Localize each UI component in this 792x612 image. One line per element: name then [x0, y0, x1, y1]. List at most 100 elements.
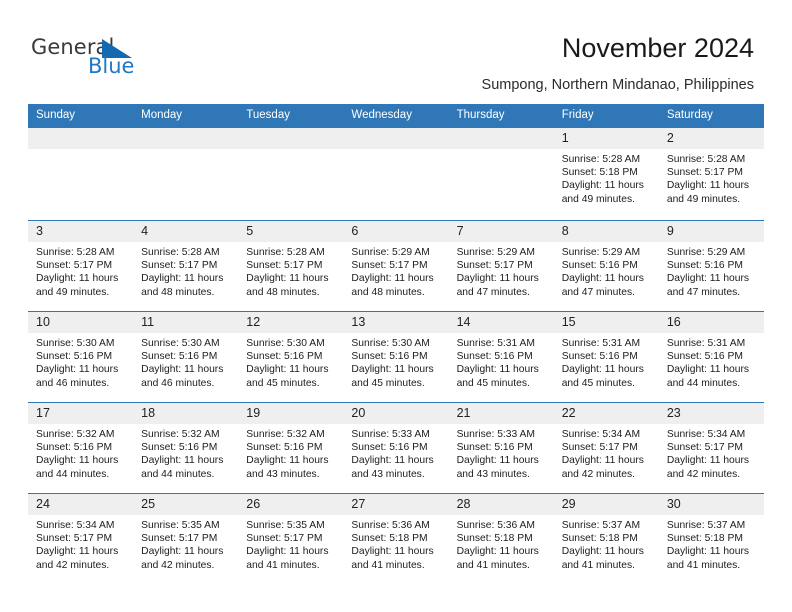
weekday-header-thursday: Thursday	[448, 104, 554, 128]
daylight-text-line2: and 49 minutes.	[36, 286, 110, 298]
day-cell-content: 25 Sunrise: 5:35 AM Sunset: 5:17 PM Dayligh…	[133, 494, 239, 584]
day-number: 28	[448, 494, 554, 515]
calendar-day-cell[interactable]	[28, 127, 134, 221]
calendar-day-cell[interactable]: 13 Sunrise: 5:30 AM Sunset: 5:16 PM Dayligh…	[343, 311, 449, 403]
sunset-text: Sunset: 5:16 PM	[561, 351, 638, 363]
calendar-day-cell[interactable]: 7 Sunrise: 5:29 AM Sunset: 5:17 PM Daylight…	[448, 220, 554, 312]
calendar-day-cell[interactable]: 4 Sunrise: 5:28 AM Sunset: 5:17 PM Daylight…	[133, 220, 239, 312]
calendar-day-cell[interactable]: 8 Sunrise: 5:29 AM Sunset: 5:16 PM Daylight…	[553, 220, 659, 312]
sunrise-text: Sunrise: 5:29 AM	[351, 247, 430, 258]
weekday-header-monday: Monday	[133, 104, 239, 128]
weekday-header-row: Sunday Monday Tuesday Wednesday Thursday…	[28, 104, 764, 128]
day-cell-content	[343, 128, 449, 220]
sunset-text: Sunset: 5:16 PM	[141, 442, 218, 454]
calendar-day-cell[interactable]: 21 Sunrise: 5:33 AM Sunset: 5:16 PM Dayligh…	[448, 402, 554, 494]
sunrise-text: Sunrise: 5:36 AM	[351, 520, 430, 531]
day-sun-info: Sunrise: 5:30 AM Sunset: 5:16 PM Daylight:…	[28, 333, 133, 390]
sunrise-text: Sunrise: 5:31 AM	[561, 338, 641, 349]
sunrise-text: Sunrise: 5:32 AM	[141, 429, 220, 440]
sunset-text: Sunset: 5:17 PM	[351, 260, 428, 272]
daylight-text-line2: and 49 minutes.	[666, 193, 741, 205]
daylight-text-line2: and 44 minutes.	[36, 468, 110, 480]
calendar-day-cell[interactable]: 28 Sunrise: 5:36 AM Sunset: 5:18 PM Dayligh…	[448, 493, 554, 584]
calendar-week-row: 17 Sunrise: 5:32 AM Sunset: 5:16 PM Dayligh…	[28, 402, 764, 494]
calendar-day-cell[interactable]: 24 Sunrise: 5:34 AM Sunset: 5:17 PM Dayligh…	[28, 493, 134, 584]
daylight-text-line1: Daylight: 11 hours	[666, 273, 750, 285]
day-cell-content: 2 Sunrise: 5:28 AM Sunset: 5:17 PM Daylight…	[658, 128, 764, 220]
day-cell-content	[28, 128, 134, 220]
calendar-day-cell[interactable]: 15 Sunrise: 5:31 AM Sunset: 5:16 PM Dayligh…	[553, 311, 659, 403]
day-cell-content: 29 Sunrise: 5:37 AM Sunset: 5:18 PM Dayligh…	[553, 494, 659, 584]
calendar-day-cell[interactable]: 9 Sunrise: 5:29 AM Sunset: 5:16 PM Daylight…	[658, 220, 764, 312]
day-number: 11	[133, 312, 239, 333]
calendar-day-cell[interactable]: 17 Sunrise: 5:32 AM Sunset: 5:16 PM Dayligh…	[28, 402, 134, 494]
day-sun-info: Sunrise: 5:31 AM Sunset: 5:16 PM Daylight:…	[554, 333, 659, 390]
calendar-day-cell[interactable]: 2 Sunrise: 5:28 AM Sunset: 5:17 PM Daylight…	[658, 127, 764, 221]
day-cell-content: 4 Sunrise: 5:28 AM Sunset: 5:17 PM Daylight…	[133, 221, 239, 311]
calendar-day-cell[interactable]: 10 Sunrise: 5:30 AM Sunset: 5:16 PM Dayligh…	[28, 311, 134, 403]
day-cell-content	[448, 128, 554, 220]
calendar-day-cell[interactable]: 23 Sunrise: 5:34 AM Sunset: 5:17 PM Dayligh…	[658, 402, 764, 494]
sunset-text: Sunset: 5:18 PM	[351, 533, 428, 545]
calendar-day-cell[interactable]: 3 Sunrise: 5:28 AM Sunset: 5:17 PM Daylight…	[28, 220, 134, 312]
calendar-day-cell[interactable]: 16 Sunrise: 5:31 AM Sunset: 5:16 PM Dayligh…	[658, 311, 764, 403]
day-number	[238, 128, 344, 149]
day-cell-content: 16 Sunrise: 5:31 AM Sunset: 5:16 PM Dayligh…	[658, 312, 764, 402]
sunrise-text: Sunrise: 5:30 AM	[36, 338, 115, 349]
calendar-week-row: 1 Sunrise: 5:28 AM Sunset: 5:18 PM Daylight…	[28, 127, 764, 221]
day-number: 21	[448, 403, 554, 424]
day-sun-info: Sunrise: 5:34 AM Sunset: 5:17 PM Daylight:…	[659, 424, 764, 481]
sunset-text: Sunset: 5:18 PM	[561, 167, 638, 179]
daylight-text-line2: and 43 minutes.	[351, 468, 425, 480]
day-sun-info: Sunrise: 5:29 AM Sunset: 5:17 PM Daylight:…	[343, 242, 448, 299]
sunset-text: Sunset: 5:17 PM	[246, 533, 323, 545]
calendar-day-cell[interactable]	[238, 127, 344, 221]
calendar-day-cell[interactable]: 5 Sunrise: 5:28 AM Sunset: 5:17 PM Daylight…	[238, 220, 344, 312]
day-number	[28, 128, 134, 149]
calendar-day-cell[interactable]: 19 Sunrise: 5:32 AM Sunset: 5:16 PM Dayligh…	[238, 402, 344, 494]
calendar-day-cell[interactable]: 11 Sunrise: 5:30 AM Sunset: 5:16 PM Dayligh…	[133, 311, 239, 403]
daylight-text-line1: Daylight: 11 hours	[141, 364, 224, 376]
day-cell-content: 22 Sunrise: 5:34 AM Sunset: 5:17 PM Dayligh…	[553, 403, 659, 493]
calendar-day-cell[interactable]: 27 Sunrise: 5:36 AM Sunset: 5:18 PM Dayligh…	[343, 493, 449, 584]
calendar-day-cell[interactable]	[448, 127, 554, 221]
daylight-text-line1: Daylight: 11 hours	[36, 273, 119, 285]
calendar-day-cell[interactable]: 26 Sunrise: 5:35 AM Sunset: 5:17 PM Dayligh…	[238, 493, 344, 584]
day-number: 5	[238, 221, 344, 242]
general-blue-logo[interactable]: General Blue	[31, 36, 161, 82]
calendar-day-cell[interactable]: 25 Sunrise: 5:35 AM Sunset: 5:17 PM Dayligh…	[133, 493, 239, 584]
page-title: November 2024	[561, 33, 754, 63]
day-number: 20	[343, 403, 449, 424]
calendar-day-cell[interactable]	[133, 127, 239, 221]
calendar-day-cell[interactable]: 6 Sunrise: 5:29 AM Sunset: 5:17 PM Daylight…	[343, 220, 449, 312]
calendar-day-cell[interactable]	[343, 127, 449, 221]
sunrise-text: Sunrise: 5:32 AM	[246, 429, 325, 440]
day-sun-info: Sunrise: 5:36 AM Sunset: 5:18 PM Daylight:…	[343, 515, 448, 572]
day-number: 26	[238, 494, 344, 515]
sunrise-text: Sunrise: 5:35 AM	[141, 520, 220, 531]
calendar-day-cell[interactable]: 29 Sunrise: 5:37 AM Sunset: 5:18 PM Dayligh…	[553, 493, 659, 584]
day-sun-info: Sunrise: 5:32 AM Sunset: 5:16 PM Daylight:…	[28, 424, 133, 481]
day-sun-info: Sunrise: 5:30 AM Sunset: 5:16 PM Daylight:…	[133, 333, 238, 390]
calendar-day-cell[interactable]: 20 Sunrise: 5:33 AM Sunset: 5:16 PM Dayligh…	[343, 402, 449, 494]
sunset-text: Sunset: 5:17 PM	[36, 533, 113, 545]
calendar-day-cell[interactable]: 12 Sunrise: 5:30 AM Sunset: 5:16 PM Dayligh…	[238, 311, 344, 403]
sunrise-text: Sunrise: 5:33 AM	[456, 429, 535, 440]
calendar-day-cell[interactable]: 1 Sunrise: 5:28 AM Sunset: 5:18 PM Daylight…	[553, 127, 659, 221]
calendar-day-cell[interactable]: 18 Sunrise: 5:32 AM Sunset: 5:16 PM Dayligh…	[133, 402, 239, 494]
day-number: 22	[553, 403, 659, 424]
calendar-day-cell[interactable]: 14 Sunrise: 5:31 AM Sunset: 5:16 PM Dayligh…	[448, 311, 554, 403]
calendar-day-cell[interactable]: 22 Sunrise: 5:34 AM Sunset: 5:17 PM Dayligh…	[553, 402, 659, 494]
daylight-text-line1: Daylight: 11 hours	[561, 455, 644, 467]
daylight-text-line1: Daylight: 11 hours	[141, 546, 224, 558]
day-number: 3	[28, 221, 134, 242]
day-number	[133, 128, 239, 149]
calendar-day-cell[interactable]: 30 Sunrise: 5:37 AM Sunset: 5:18 PM Dayligh…	[658, 493, 764, 584]
daylight-text-line2: and 47 minutes.	[666, 286, 741, 298]
daylight-text-line2: and 41 minutes.	[456, 559, 530, 571]
sunset-text: Sunset: 5:17 PM	[141, 533, 218, 545]
sunrise-text: Sunrise: 5:35 AM	[246, 520, 325, 531]
day-sun-info: Sunrise: 5:28 AM Sunset: 5:18 PM Daylight:…	[554, 149, 659, 206]
daylight-text-line1: Daylight: 11 hours	[666, 455, 750, 467]
sunset-text: Sunset: 5:16 PM	[666, 351, 743, 363]
